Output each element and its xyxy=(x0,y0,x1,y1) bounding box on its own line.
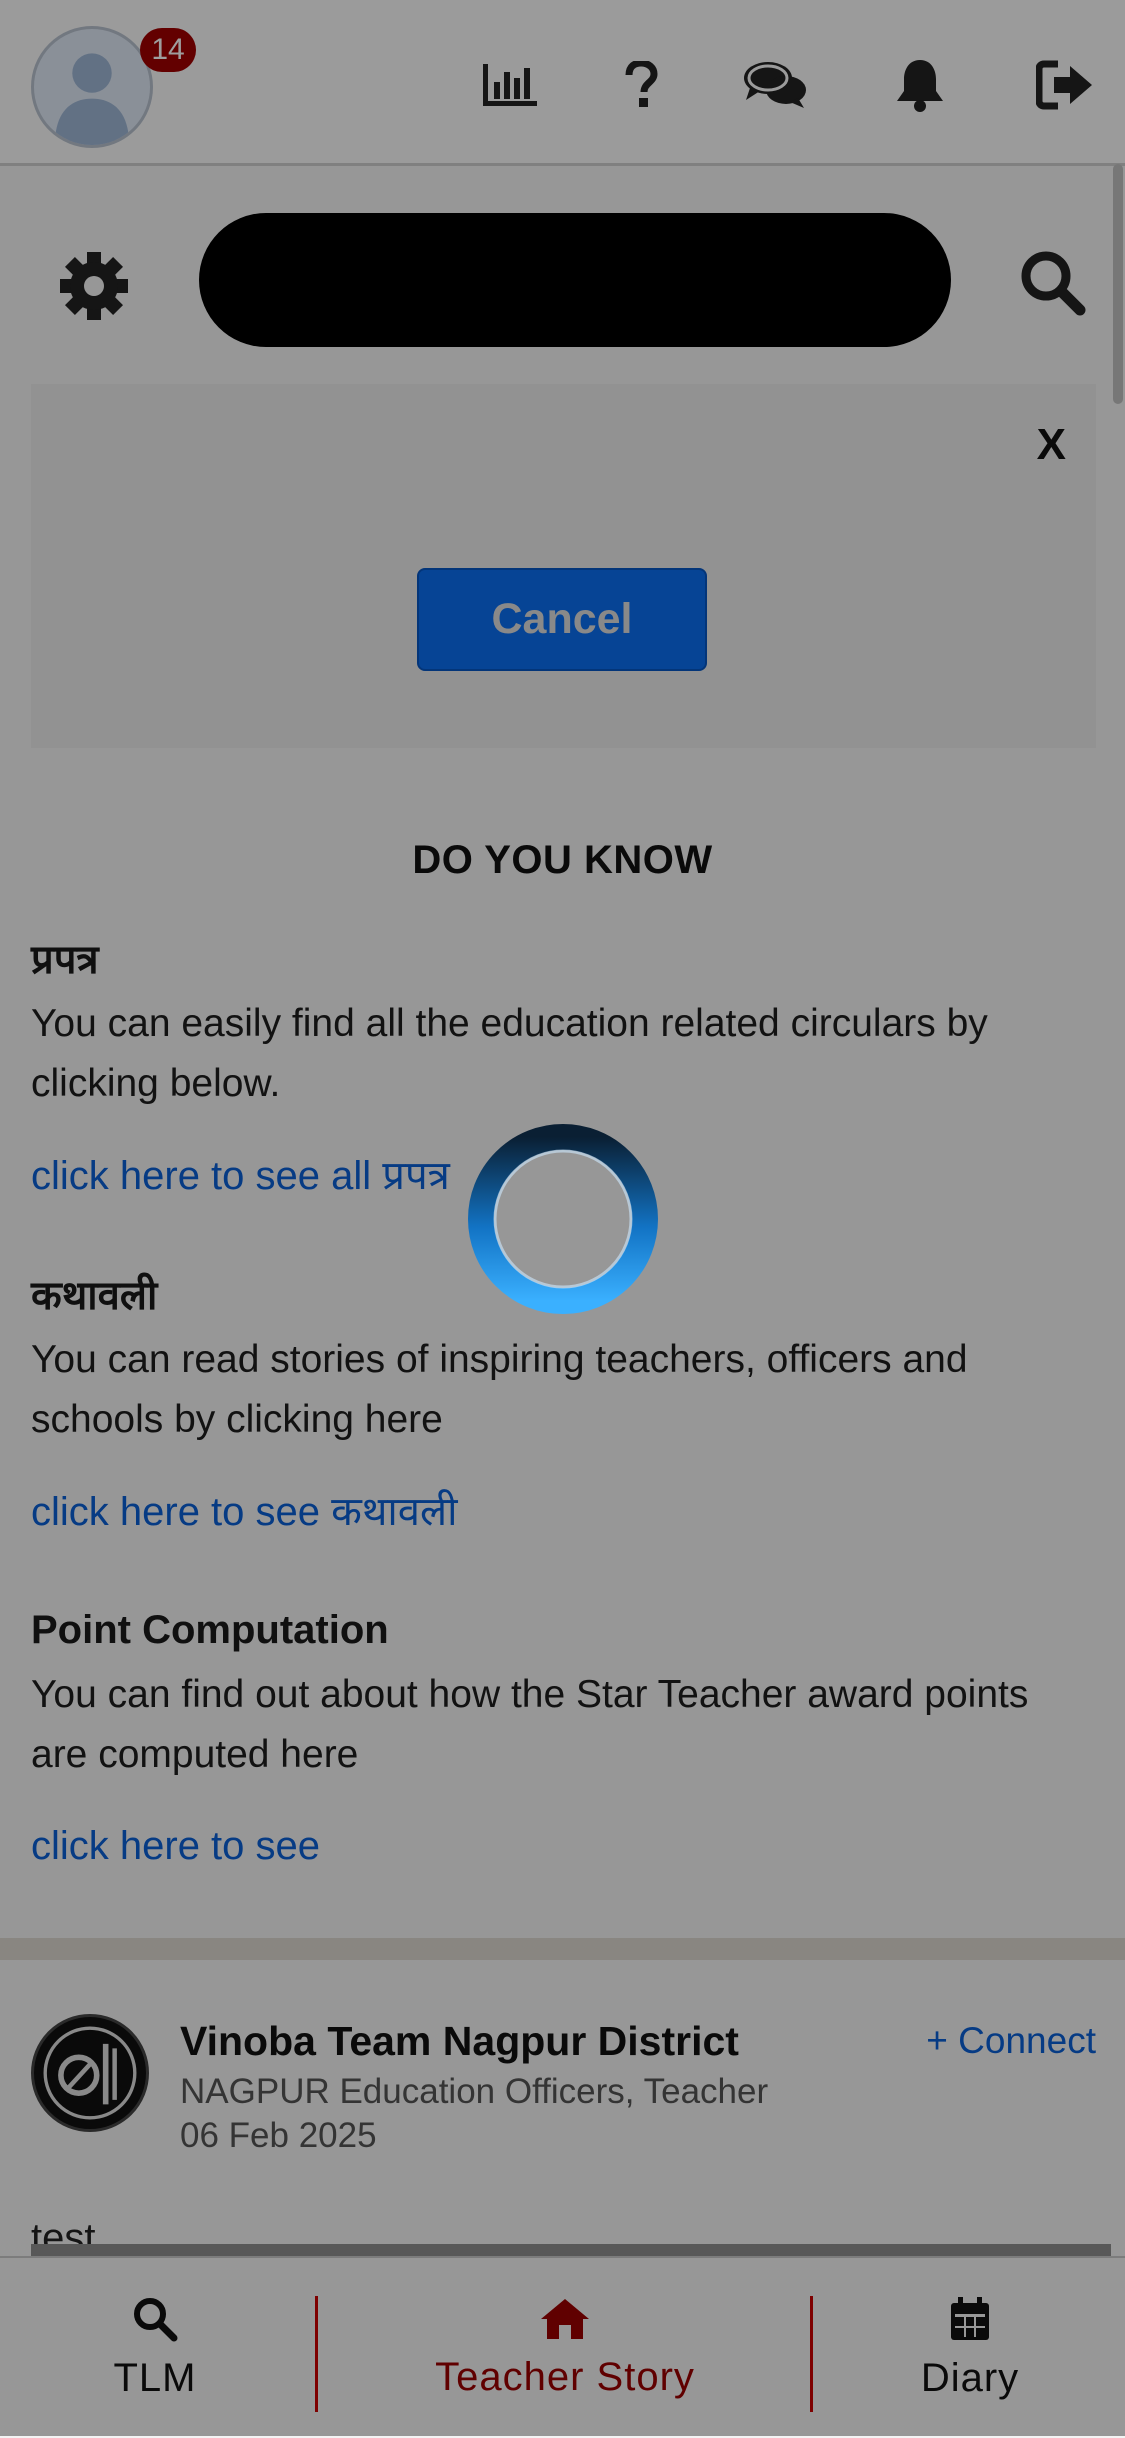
loading-spinner-icon xyxy=(466,1122,660,1316)
app-page: 14 X Cancel DO YOU KNOW प्रपत्र You can … xyxy=(0,0,1125,2438)
scrollbar-thumb[interactable] xyxy=(1113,164,1123,404)
